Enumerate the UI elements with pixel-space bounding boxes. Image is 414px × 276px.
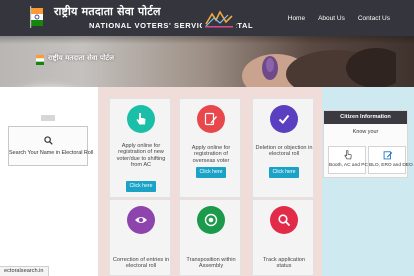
card-icon-circle [197,206,225,234]
citizen-info-title: Citizen Information [324,111,407,124]
blo-ero-deo-link[interactable]: BLO, ERO and DEO [368,146,413,174]
card-label: Correction of entries in electoral roll [112,257,170,270]
card-label: Apply online for registration of oversea… [191,145,231,164]
search-label: Search Your Name in Electoral Roll [9,150,94,156]
site-title-hindi: राष्ट्रीय मतदाता सेवा पोर्टल [54,5,161,18]
card-overseas-voter: Apply online for registration of oversea… [179,98,241,198]
eye-icon [135,217,147,223]
electoral-search-box[interactable]: Search Your Name in Electoral Roll [8,126,94,166]
checkmark-icon [278,114,290,124]
card-label: Deletion or objection in electoral roll [255,145,313,158]
site-header: राष्ट्रीय मतदाता सेवा पोर्टल NATIONAL VO… [0,0,414,36]
nav-contact-link[interactable]: Contact Us [358,15,390,22]
banner-title: राष्ट्रीय मतदाता सेवा पोर्टल [48,54,114,62]
card-icon-circle [270,206,298,234]
new-voter-click-here-button[interactable]: Click here [126,181,156,192]
card-icon-circle [197,105,225,133]
eci-logo-icon [202,6,236,30]
edit-icon [383,151,393,160]
search-icon [278,214,291,227]
search-tab [41,115,55,121]
top-nav: Home About Us Contact Us [288,15,390,22]
card-icon-circle [127,105,155,133]
pencil-icon [204,112,217,126]
voter-emblem-icon [30,6,43,28]
citizen-information-box: Citizen Information Know your Booth, AC … [323,110,413,178]
card-icon-circle [270,105,298,133]
search-icon [44,136,53,145]
banner-shadow [0,36,414,44]
card-new-voter: Apply online for registration of new vot… [109,98,171,198]
banner-emblem-icon [36,55,44,65]
tile-label: BLO, ERO and DEO [369,163,413,168]
tile-label: Booth, AC and PC [329,163,368,168]
inked-finger-image [242,48,396,87]
nav-about-link[interactable]: About Us [318,15,345,22]
hand-pointer-icon [344,150,352,160]
card-transposition: Transposition within Assembly [179,199,241,276]
card-label: Apply online for registration of new vot… [116,143,166,169]
hand-pointer-icon [136,113,146,125]
card-deletion-objection: Deletion or objection in electoral roll … [252,98,314,198]
overseas-click-here-button[interactable]: Click here [196,167,226,178]
card-track-status: Track application status [252,199,314,276]
card-icon-circle [127,206,155,234]
target-icon [204,213,218,227]
hero-banner: राष्ट्रीय मतदाता सेवा पोर्टल [0,36,414,87]
browser-status-bar: ectoralsearch.in [0,266,49,276]
deletion-click-here-button[interactable]: Click here [269,167,299,178]
card-correction-entries: Correction of entries in electoral roll [109,199,171,276]
card-label: Track application status [262,257,306,270]
citizen-info-subtitle: Know your [352,129,379,135]
card-label: Transposition within Assembly [186,257,236,270]
nav-home-link[interactable]: Home [288,15,305,22]
booth-ac-pc-link[interactable]: Booth, AC and PC [328,146,368,174]
